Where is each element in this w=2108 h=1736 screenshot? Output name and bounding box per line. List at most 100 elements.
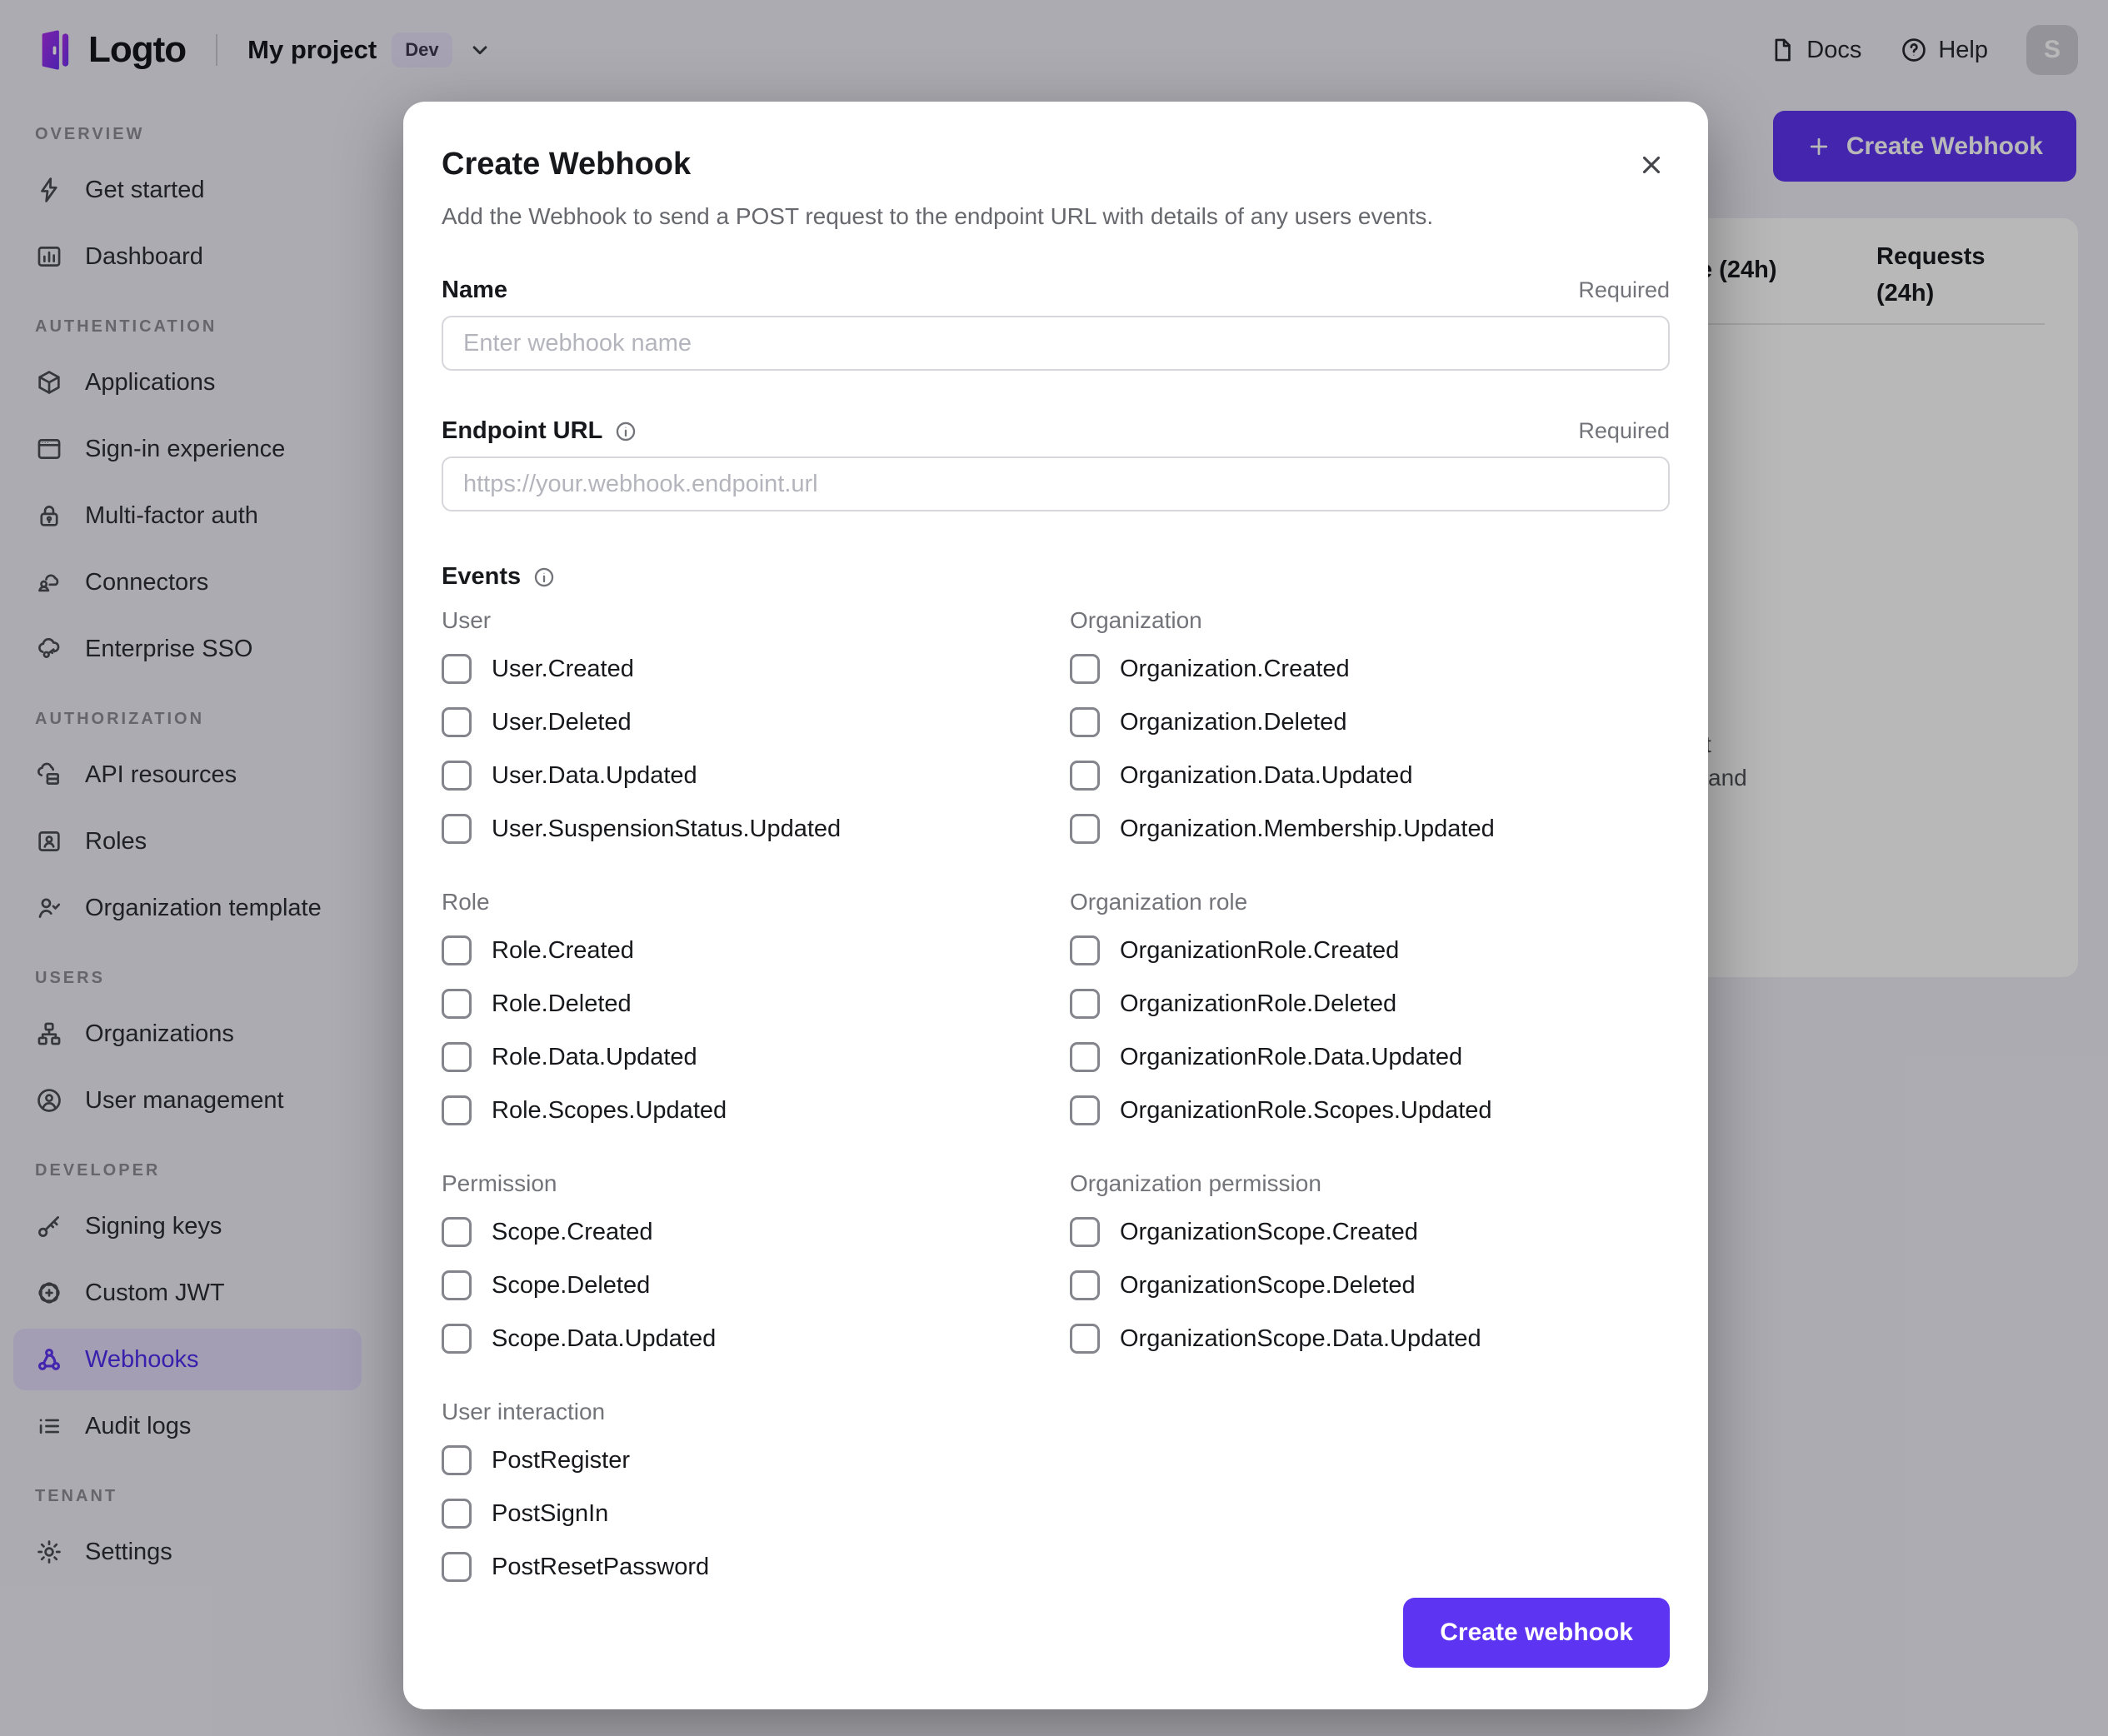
checkbox[interactable]: [442, 1095, 472, 1125]
checkbox[interactable]: [442, 761, 472, 791]
event-group-user-interaction: User interaction PostRegister PostSignIn…: [442, 1399, 1070, 1594]
event-checkbox-role-created[interactable]: Role.Created: [442, 924, 1070, 977]
event-checkbox-organizationrole-deleted[interactable]: OrganizationRole.Deleted: [1070, 977, 1670, 1030]
event-group-organization: Organization Organization.Created Organi…: [1070, 607, 1670, 856]
event-checkbox-role-data-updated[interactable]: Role.Data.Updated: [442, 1030, 1070, 1084]
event-checkbox-postsignin[interactable]: PostSignIn: [442, 1487, 1070, 1540]
checkbox[interactable]: [442, 989, 472, 1019]
event-label: Role.Created: [492, 936, 634, 964]
event-label: Scope.Created: [492, 1218, 653, 1245]
event-label: OrganizationRole.Scopes.Updated: [1120, 1096, 1492, 1124]
checkbox[interactable]: [442, 1499, 472, 1529]
event-label: Role.Scopes.Updated: [492, 1096, 727, 1124]
event-label: OrganizationScope.Created: [1120, 1218, 1418, 1245]
event-checkbox-organization-deleted[interactable]: Organization.Deleted: [1070, 696, 1670, 749]
event-checkbox-scope-created[interactable]: Scope.Created: [442, 1205, 1070, 1259]
event-label: Role.Deleted: [492, 990, 632, 1017]
events-grid: User User.Created User.Deleted User.Data…: [442, 607, 1670, 1627]
endpoint-required-badge: Required: [1578, 418, 1670, 443]
webhook-name-input[interactable]: [442, 316, 1670, 371]
checkbox[interactable]: [442, 1042, 472, 1072]
event-label: Organization.Data.Updated: [1120, 761, 1413, 789]
event-label: PostSignIn: [492, 1499, 609, 1527]
checkbox[interactable]: [1070, 707, 1100, 737]
name-field-label: Name: [442, 277, 507, 303]
checkbox[interactable]: [442, 1217, 472, 1247]
event-group-heading: Organization role: [1070, 889, 1248, 915]
checkbox[interactable]: [1070, 654, 1100, 684]
endpoint-field-label: Endpoint URL: [442, 417, 603, 444]
checkbox[interactable]: [1070, 1217, 1100, 1247]
event-checkbox-organizationrole-created[interactable]: OrganizationRole.Created: [1070, 924, 1670, 977]
event-label: Scope.Deleted: [492, 1271, 651, 1299]
event-checkbox-user-created[interactable]: User.Created: [442, 642, 1070, 696]
event-checkbox-postresetpassword[interactable]: PostResetPassword: [442, 1540, 1070, 1594]
event-checkbox-organizationrole-scopes-updated[interactable]: OrganizationRole.Scopes.Updated: [1070, 1084, 1670, 1137]
event-label: Organization.Created: [1120, 655, 1350, 682]
event-checkbox-user-data-updated[interactable]: User.Data.Updated: [442, 749, 1070, 802]
event-checkbox-organizationscope-deleted[interactable]: OrganizationScope.Deleted: [1070, 1259, 1670, 1312]
checkbox[interactable]: [442, 1552, 472, 1582]
info-icon[interactable]: [614, 420, 637, 443]
event-label: Organization.Deleted: [1120, 708, 1347, 736]
checkbox[interactable]: [1070, 1324, 1100, 1354]
event-checkbox-organization-created[interactable]: Organization.Created: [1070, 642, 1670, 696]
event-checkbox-scope-deleted[interactable]: Scope.Deleted: [442, 1259, 1070, 1312]
event-checkbox-organization-data-updated[interactable]: Organization.Data.Updated: [1070, 749, 1670, 802]
checkbox[interactable]: [1070, 1042, 1100, 1072]
event-checkbox-organizationrole-data-updated[interactable]: OrganizationRole.Data.Updated: [1070, 1030, 1670, 1084]
event-label: OrganizationScope.Deleted: [1120, 1271, 1416, 1299]
event-checkbox-role-scopes-updated[interactable]: Role.Scopes.Updated: [442, 1084, 1070, 1137]
event-label: User.SuspensionStatus.Updated: [492, 815, 842, 842]
event-group-user: User User.Created User.Deleted User.Data…: [442, 607, 1070, 856]
event-group-organization-permission: Organization permission OrganizationScop…: [1070, 1170, 1670, 1365]
checkbox[interactable]: [442, 814, 472, 844]
event-group-heading: User: [442, 607, 492, 633]
checkbox[interactable]: [442, 935, 472, 965]
event-label: OrganizationScope.Data.Updated: [1120, 1324, 1481, 1352]
checkbox[interactable]: [442, 1324, 472, 1354]
checkbox[interactable]: [442, 707, 472, 737]
checkbox[interactable]: [1070, 1270, 1100, 1300]
event-group-heading: Organization permission: [1070, 1170, 1321, 1196]
info-icon[interactable]: [532, 566, 556, 589]
submit-create-webhook-button[interactable]: Create webhook: [1403, 1598, 1670, 1668]
create-webhook-modal: Create Webhook Add the Webhook to send a…: [403, 102, 1708, 1709]
event-checkbox-user-suspensionstatus-updated[interactable]: User.SuspensionStatus.Updated: [442, 802, 1070, 856]
event-group-heading: Organization: [1070, 607, 1202, 633]
checkbox[interactable]: [1070, 1095, 1100, 1125]
event-label: User.Data.Updated: [492, 761, 697, 789]
event-checkbox-organizationscope-created[interactable]: OrganizationScope.Created: [1070, 1205, 1670, 1259]
event-checkbox-postregister[interactable]: PostRegister: [442, 1434, 1070, 1487]
modal-title: Create Webhook: [442, 147, 692, 182]
checkbox[interactable]: [442, 654, 472, 684]
checkbox[interactable]: [442, 1270, 472, 1300]
event-group-heading: User interaction: [442, 1399, 606, 1424]
close-button[interactable]: [1633, 147, 1670, 183]
event-group-heading: Permission: [442, 1170, 557, 1196]
app-root: Logto My project Dev Docs Help S OVERVIE…: [0, 0, 2108, 1736]
event-label: Scope.Data.Updated: [492, 1324, 717, 1352]
event-checkbox-organization-membership-updated[interactable]: Organization.Membership.Updated: [1070, 802, 1670, 856]
event-label: Organization.Membership.Updated: [1120, 815, 1495, 842]
checkbox[interactable]: [442, 1445, 472, 1475]
event-label: OrganizationRole.Deleted: [1120, 990, 1397, 1017]
event-checkbox-organizationscope-data-updated[interactable]: OrganizationScope.Data.Updated: [1070, 1312, 1670, 1365]
name-required-badge: Required: [1578, 277, 1670, 302]
modal-description: Add the Webhook to send a POST request t…: [442, 203, 1434, 229]
endpoint-url-input[interactable]: [442, 456, 1670, 511]
close-icon: [1642, 156, 1661, 174]
checkbox[interactable]: [1070, 935, 1100, 965]
checkbox[interactable]: [1070, 989, 1100, 1019]
event-label: PostResetPassword: [492, 1553, 710, 1580]
event-label: Role.Data.Updated: [492, 1043, 697, 1070]
event-group-heading: Role: [442, 889, 490, 915]
checkbox[interactable]: [1070, 814, 1100, 844]
event-label: OrganizationRole.Data.Updated: [1120, 1043, 1463, 1070]
event-checkbox-scope-data-updated[interactable]: Scope.Data.Updated: [442, 1312, 1070, 1365]
event-checkbox-role-deleted[interactable]: Role.Deleted: [442, 977, 1070, 1030]
checkbox[interactable]: [1070, 761, 1100, 791]
event-group-permission: Permission Scope.Created Scope.Deleted S…: [442, 1170, 1070, 1365]
event-checkbox-user-deleted[interactable]: User.Deleted: [442, 696, 1070, 749]
events-label: Events: [442, 563, 522, 590]
